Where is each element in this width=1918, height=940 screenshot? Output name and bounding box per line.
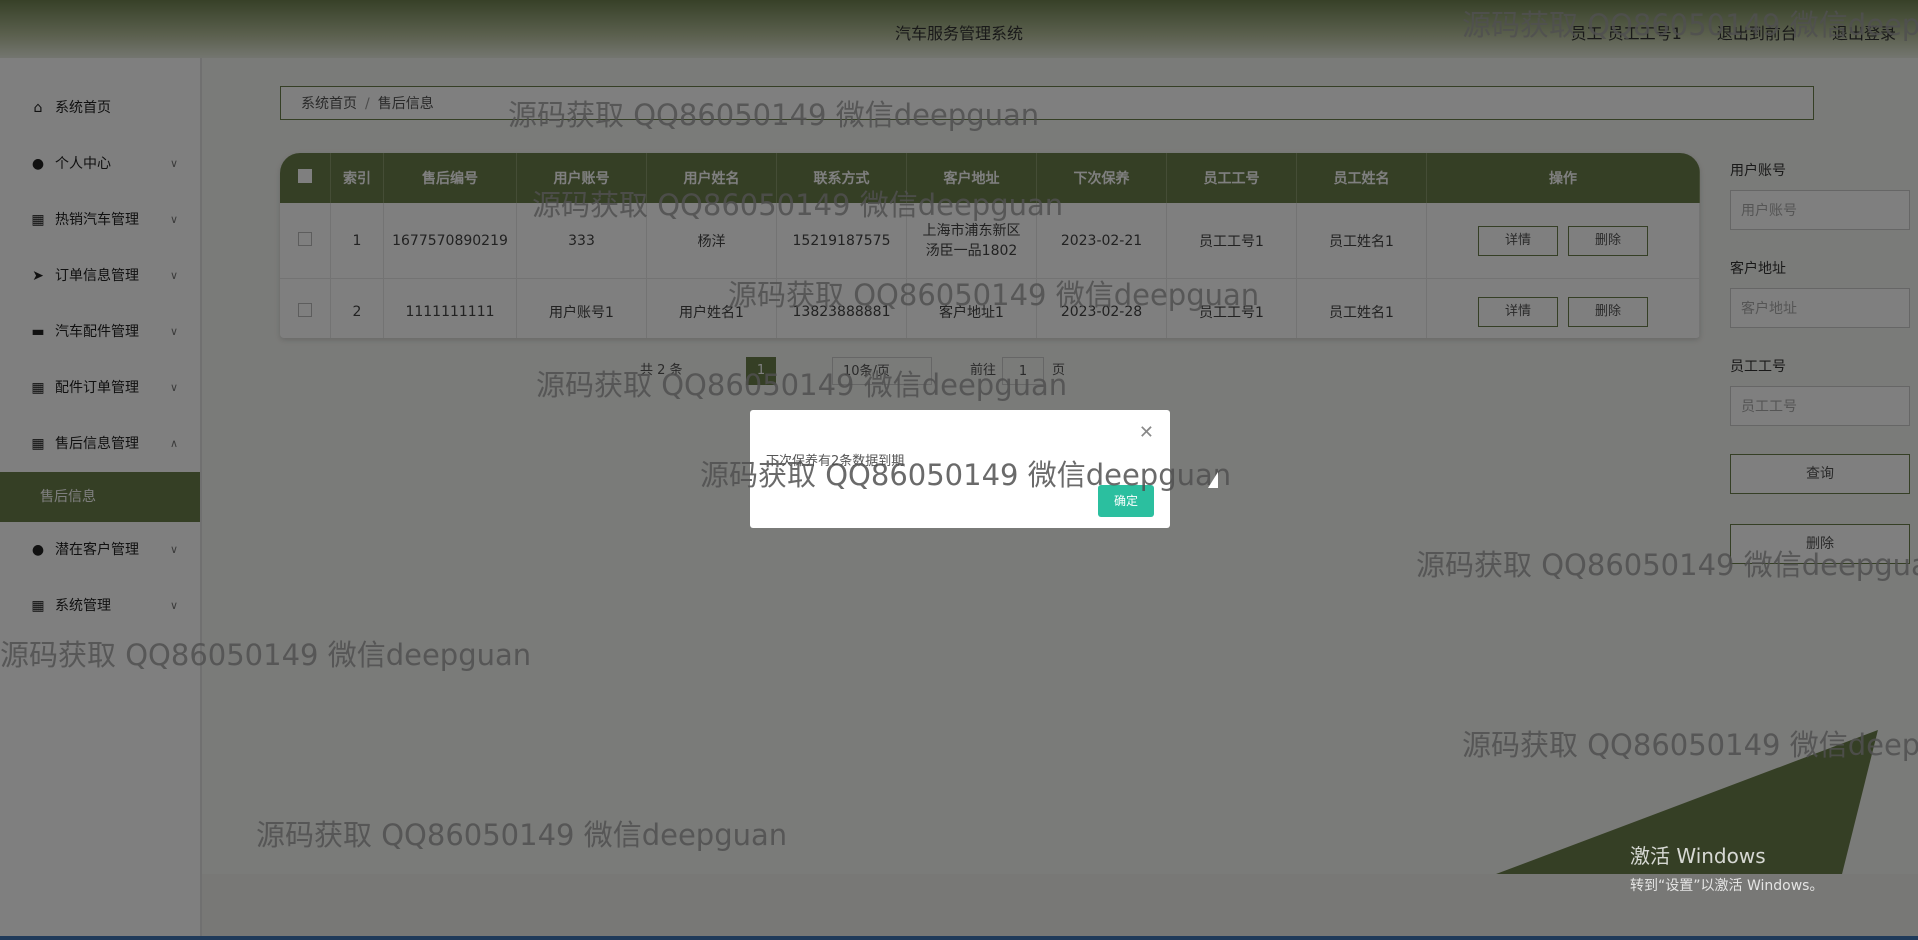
- watermark: 源码获取 QQ86050149 微信deepguan: [1462, 728, 1918, 762]
- mouse-cursor-icon: [1208, 472, 1218, 488]
- watermark: 源码获取 QQ86050149 微信deepguan: [536, 368, 1068, 402]
- watermark: 源码获取 QQ86050149 微信deepguan: [1416, 548, 1918, 582]
- activation-title: 激活 Windows: [1630, 844, 1766, 868]
- watermark: 源码获取 QQ86050149 微信deepguan: [256, 818, 788, 852]
- watermark: 源码获取 QQ86050149 微信deepguan: [728, 278, 1260, 312]
- close-icon[interactable]: ✕: [1139, 422, 1154, 443]
- windows-activation-notice: 激活 Windows 转到“设置”以激活 Windows。: [1630, 840, 1823, 895]
- watermark: 源码获取 QQ86050149 微信deepguan: [0, 638, 532, 672]
- watermark: 源码获取 QQ86050149 微信deepguan: [1462, 8, 1918, 42]
- watermark: 源码获取 QQ86050149 微信deepguan: [532, 188, 1064, 222]
- taskbar-edge: [0, 936, 1918, 940]
- watermark: 源码获取 QQ86050149 微信deepguan: [508, 98, 1040, 132]
- watermark: 源码获取 QQ86050149 微信deepguan: [700, 458, 1232, 492]
- activation-subtitle: 转到“设置”以激活 Windows。: [1630, 878, 1824, 894]
